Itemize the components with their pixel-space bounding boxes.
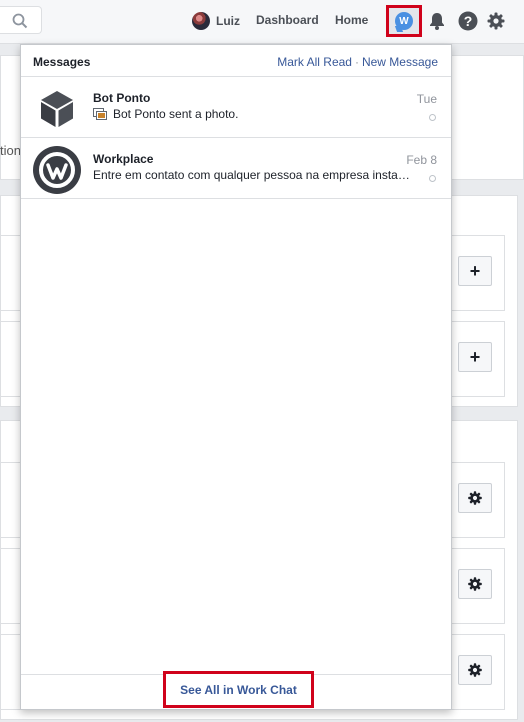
- message-time: Feb 8: [406, 153, 437, 167]
- settings-button[interactable]: [458, 655, 492, 685]
- dashboard-link[interactable]: Dashboard: [256, 13, 319, 27]
- add-button[interactable]: +: [458, 342, 492, 372]
- settings-button[interactable]: [458, 569, 492, 599]
- workplace-avatar-icon: [33, 146, 81, 194]
- gear-icon[interactable]: [486, 11, 506, 31]
- mark-as-read-toggle[interactable]: [429, 114, 436, 121]
- gear-icon: [468, 491, 482, 505]
- message-snippet: Bot Ponto sent a photo.: [93, 107, 411, 121]
- work-chat-button[interactable]: W: [386, 5, 422, 37]
- bot-ponto-avatar-icon: [41, 91, 73, 127]
- top-navigation-bar: Luiz Dashboard Home W ?: [0, 0, 524, 44]
- message-time: Tue: [416, 92, 437, 106]
- add-button[interactable]: +: [458, 256, 492, 286]
- messages-header: Messages Mark All Read · New Message: [21, 45, 451, 77]
- home-link[interactable]: Home: [335, 13, 368, 27]
- search-box[interactable]: [0, 6, 42, 34]
- message-item-bot-ponto[interactable]: Bot Ponto Bot Ponto sent a photo. Tue: [21, 77, 451, 138]
- photo-icon: [93, 108, 107, 120]
- messages-title: Messages: [33, 55, 91, 69]
- profile-link[interactable]: Luiz: [192, 11, 240, 31]
- search-icon: [12, 13, 28, 29]
- message-sender: Workplace: [93, 152, 154, 166]
- separator: ·: [354, 55, 359, 69]
- gear-icon: [468, 577, 482, 591]
- settings-button[interactable]: [458, 483, 492, 513]
- mark-as-read-toggle[interactable]: [429, 175, 436, 182]
- avatar: [192, 12, 210, 30]
- messages-dropdown: Messages Mark All Read · New Message Bot P…: [20, 44, 452, 710]
- gear-icon: [468, 663, 482, 677]
- help-icon[interactable]: ?: [458, 11, 478, 31]
- user-name: Luiz: [216, 14, 240, 28]
- mark-all-read-link[interactable]: Mark All Read: [277, 55, 352, 69]
- message-sender: Bot Ponto: [93, 91, 151, 105]
- message-item-workplace[interactable]: Workplace Entre em contato com qualquer …: [21, 138, 451, 199]
- messages-actions: Mark All Read · New Message: [277, 55, 438, 69]
- work-chat-icon: W: [395, 12, 413, 30]
- messages-footer: See All in Work Chat: [21, 671, 451, 709]
- svg-text:?: ?: [464, 13, 473, 29]
- see-all-in-work-chat-link[interactable]: See All in Work Chat: [163, 671, 314, 708]
- bell-icon[interactable]: [427, 11, 447, 31]
- background-text: tion: [0, 143, 21, 158]
- new-message-link[interactable]: New Message: [362, 55, 438, 69]
- message-snippet: Entre em contato com qualquer pessoa na …: [93, 168, 411, 182]
